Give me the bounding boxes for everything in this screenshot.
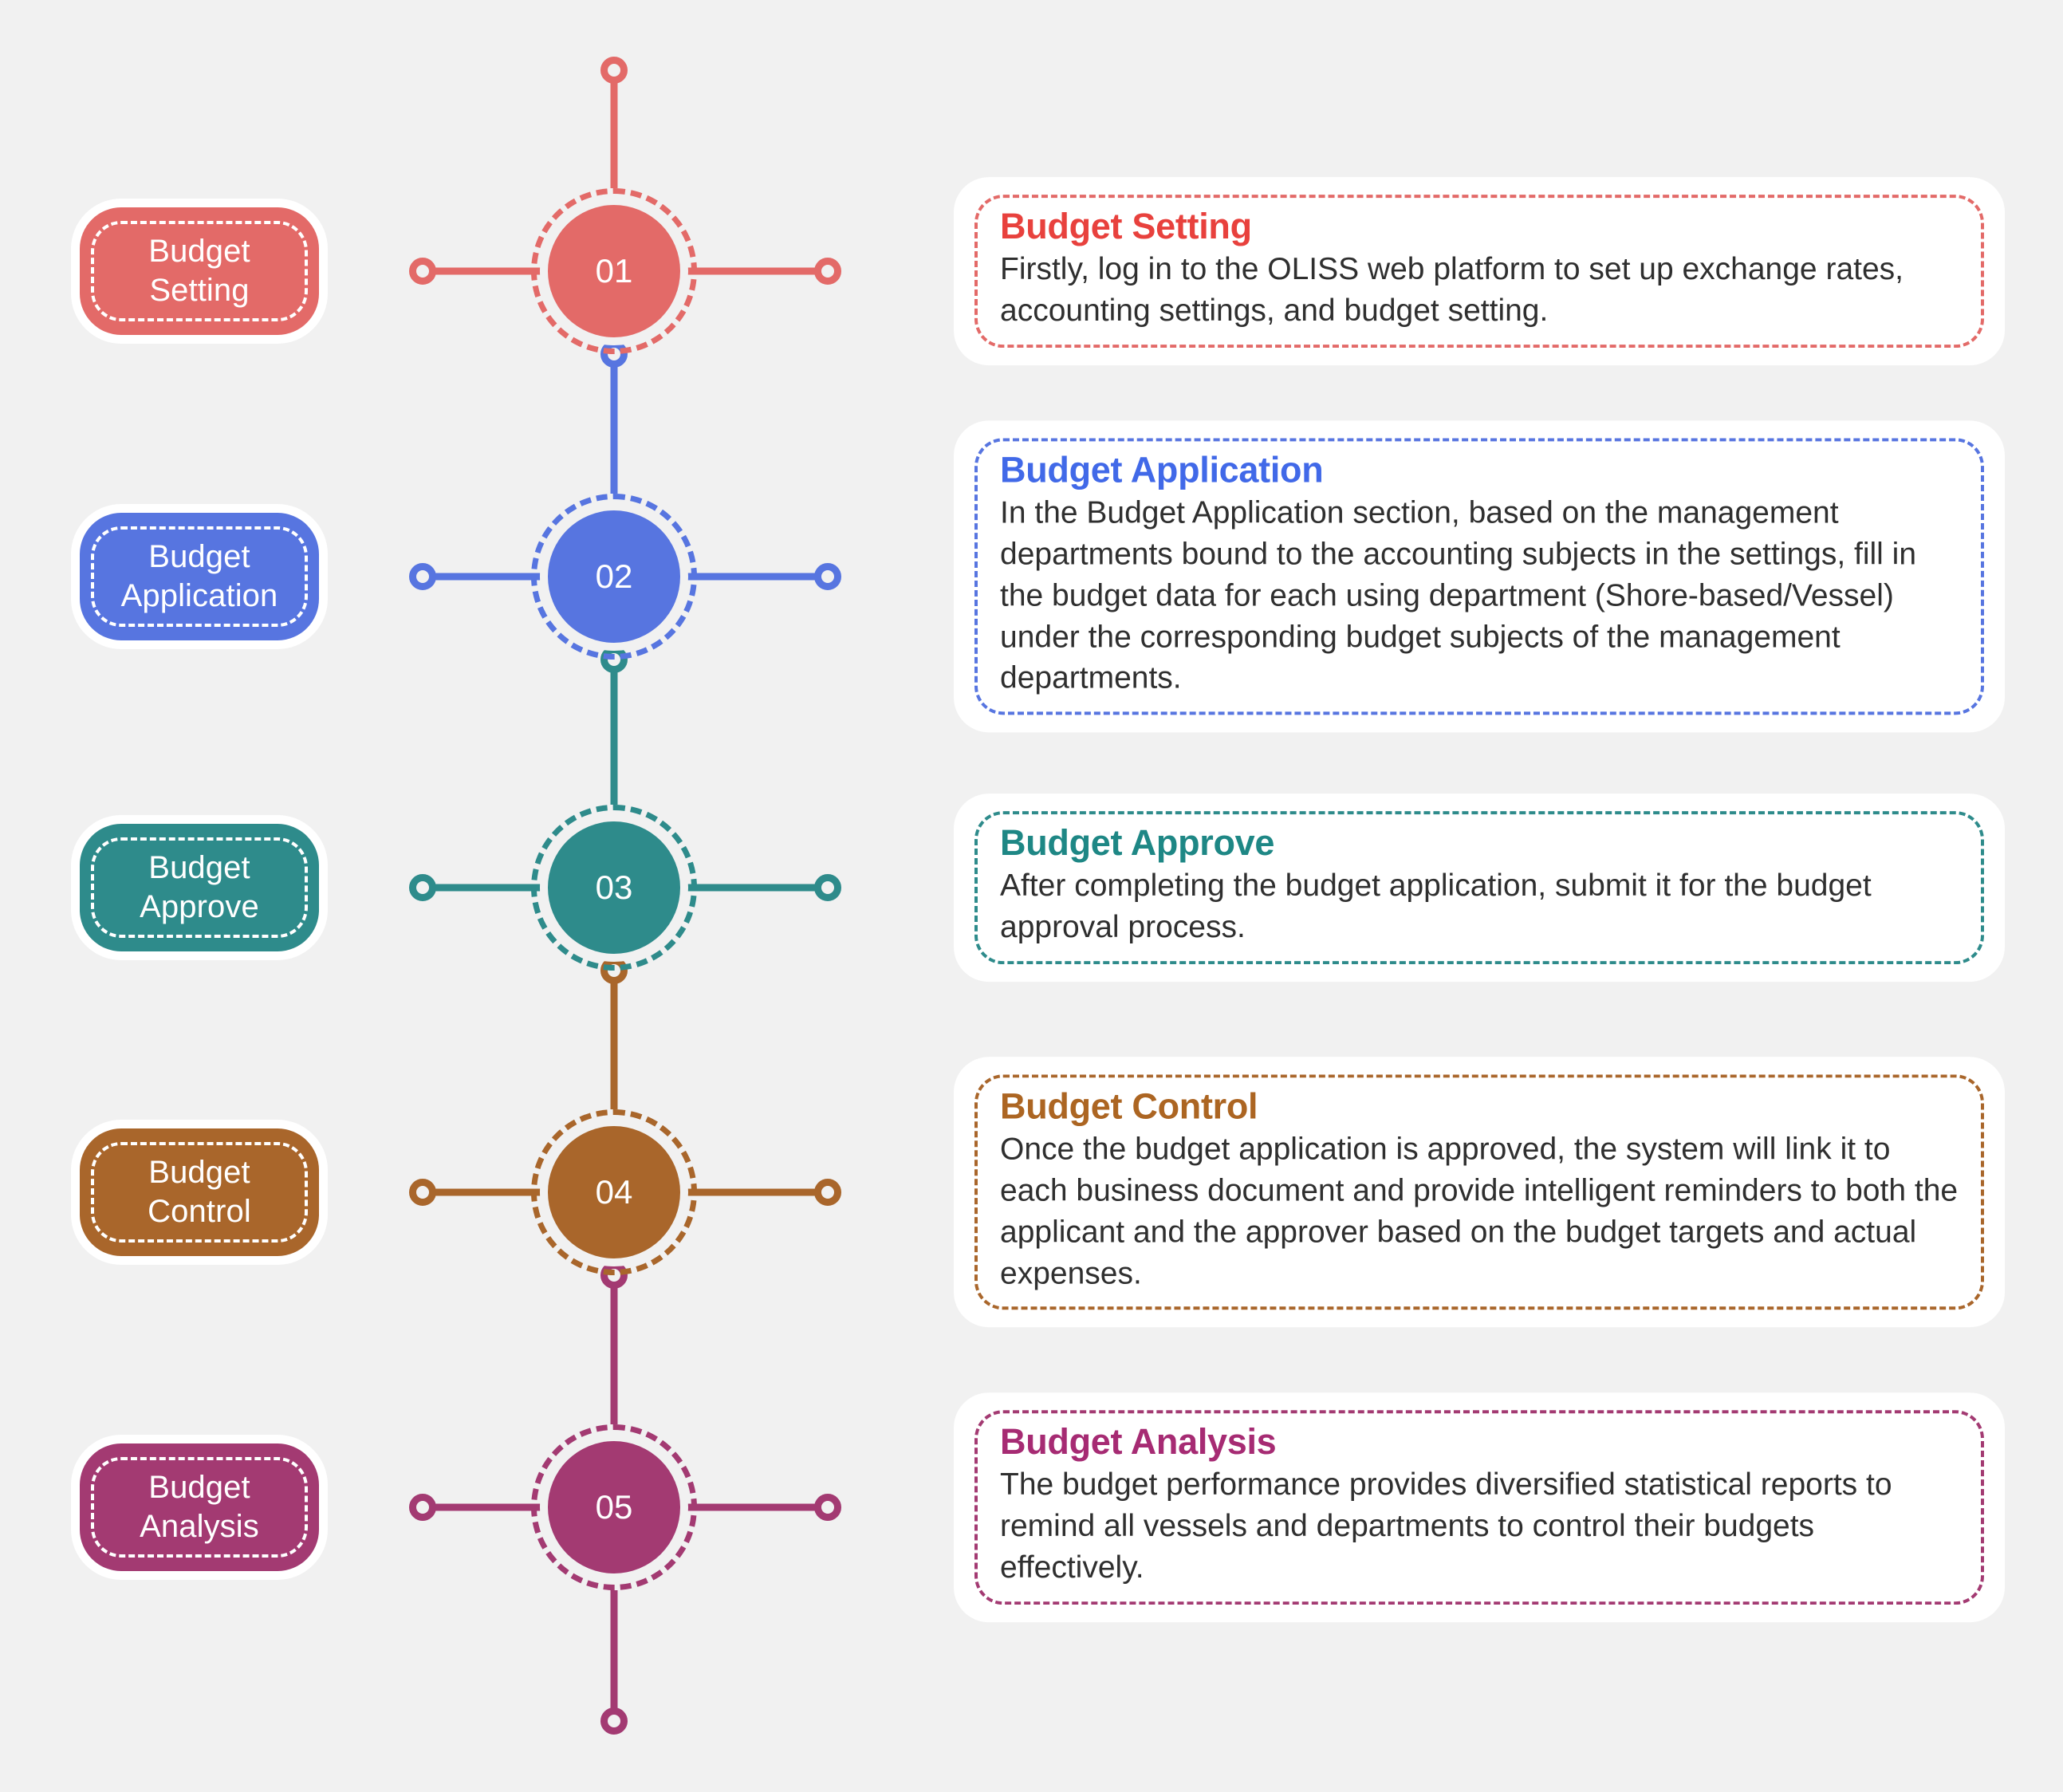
connector-dot-right-03 bbox=[814, 874, 841, 901]
connector-dot-right-05 bbox=[814, 1494, 841, 1521]
step-pill-01[interactable]: Budget Setting bbox=[80, 207, 319, 335]
step-card-body: Firstly, log in to the OLISS web platfor… bbox=[1000, 252, 1904, 328]
step-node-03[interactable]: 03 bbox=[531, 805, 697, 971]
connector-left-02 bbox=[423, 573, 548, 581]
step-number-label: 04 bbox=[595, 1173, 633, 1211]
step-card-title: Budget Setting bbox=[1000, 206, 1252, 247]
step-node-01[interactable]: 01 bbox=[531, 188, 697, 354]
connector-dot-left-03 bbox=[409, 874, 436, 901]
connector-vertical-tail bbox=[610, 1590, 618, 1721]
step-pill-label: Budget Application bbox=[120, 539, 278, 613]
step-card-dashed-border: Budget Control Once the budget applicatio… bbox=[974, 1074, 1984, 1310]
step-card-dashed-border: Budget Application In the Budget Applicat… bbox=[974, 438, 1984, 715]
step-pill-label: Budget Approve bbox=[140, 850, 259, 924]
step-card-02[interactable]: Budget Application In the Budget Applicat… bbox=[954, 420, 2005, 733]
connector-dot-left-05 bbox=[409, 1494, 436, 1521]
step-node-05[interactable]: 05 bbox=[531, 1424, 697, 1590]
connector-endpoint-top-01 bbox=[600, 57, 628, 84]
connector-dot-left-02 bbox=[409, 563, 436, 590]
connector-left-05 bbox=[423, 1503, 548, 1511]
step-card-dashed-border: Budget Setting Firstly, log in to the OLI… bbox=[974, 195, 1984, 348]
connector-right-05 bbox=[680, 1503, 828, 1511]
step-pill-label: Budget Setting bbox=[148, 234, 250, 308]
connector-left-01 bbox=[423, 267, 548, 275]
connector-endpoint-bottom bbox=[600, 1707, 628, 1735]
step-pill-05[interactable]: Budget Analysis bbox=[80, 1443, 319, 1571]
connector-dot-left-01 bbox=[409, 258, 436, 285]
connector-vertical-02 bbox=[610, 354, 618, 494]
step-pill-03[interactable]: Budget Approve bbox=[80, 824, 319, 951]
step-card-body: The budget performance provides diversif… bbox=[1000, 1467, 1892, 1585]
connector-dot-right-04 bbox=[814, 1179, 841, 1206]
step-pill-label: Budget Control bbox=[148, 1155, 251, 1229]
connector-vertical-04 bbox=[610, 971, 618, 1109]
step-card-05[interactable]: Budget Analysis The budget performance pr… bbox=[954, 1392, 2005, 1622]
step-number-label: 01 bbox=[595, 252, 633, 289]
step-card-body: After completing the budget application,… bbox=[1000, 868, 1872, 944]
connector-dot-right-01 bbox=[814, 258, 841, 285]
step-pill-02[interactable]: Budget Application bbox=[80, 513, 319, 640]
step-card-03[interactable]: Budget Approve After completing the budge… bbox=[954, 794, 2005, 982]
step-pill-wrap-01: Budget Setting bbox=[80, 207, 319, 335]
connector-right-03 bbox=[680, 884, 828, 892]
connector-vertical-05 bbox=[610, 1275, 618, 1424]
step-card-04[interactable]: Budget Control Once the budget applicatio… bbox=[954, 1057, 2005, 1328]
connector-dot-left-04 bbox=[409, 1179, 436, 1206]
connector-right-04 bbox=[680, 1188, 828, 1196]
connector-dot-right-02 bbox=[814, 563, 841, 590]
connector-vertical-01 bbox=[610, 70, 618, 188]
step-pill-wrap-04: Budget Control bbox=[80, 1128, 319, 1256]
step-pill-04[interactable]: Budget Control bbox=[80, 1128, 319, 1256]
step-card-01[interactable]: Budget Setting Firstly, log in to the OLI… bbox=[954, 177, 2005, 365]
step-card-title: Budget Control bbox=[1000, 1085, 1258, 1127]
step-card-title: Budget Application bbox=[1000, 449, 1324, 490]
step-pill-label: Budget Analysis bbox=[140, 1470, 259, 1544]
step-card-title: Budget Approve bbox=[1000, 822, 1275, 864]
connector-right-02 bbox=[680, 573, 828, 581]
step-number-label: 05 bbox=[595, 1488, 633, 1526]
step-node-04[interactable]: 04 bbox=[531, 1109, 697, 1275]
connector-vertical-03 bbox=[610, 660, 618, 805]
connector-left-04 bbox=[423, 1188, 548, 1196]
connector-left-03 bbox=[423, 884, 548, 892]
step-pill-wrap-05: Budget Analysis bbox=[80, 1443, 319, 1571]
connector-right-01 bbox=[680, 267, 828, 275]
diagram-canvas: 01 Budget Setting Budget Setting Firstly, l… bbox=[0, 0, 2063, 1792]
step-node-02[interactable]: 02 bbox=[531, 494, 697, 660]
step-card-title: Budget Analysis bbox=[1000, 1421, 1277, 1463]
step-pill-wrap-03: Budget Approve bbox=[80, 824, 319, 951]
step-card-dashed-border: Budget Analysis The budget performance pr… bbox=[974, 1410, 1984, 1605]
step-number-label: 03 bbox=[595, 868, 633, 906]
step-number-label: 02 bbox=[595, 557, 633, 595]
step-card-body: Once the budget application is approved,… bbox=[1000, 1132, 1959, 1290]
step-pill-wrap-02: Budget Application bbox=[80, 513, 319, 640]
step-card-dashed-border: Budget Approve After completing the budge… bbox=[974, 811, 1984, 964]
step-card-body: In the Budget Application section, based… bbox=[1000, 495, 1917, 695]
